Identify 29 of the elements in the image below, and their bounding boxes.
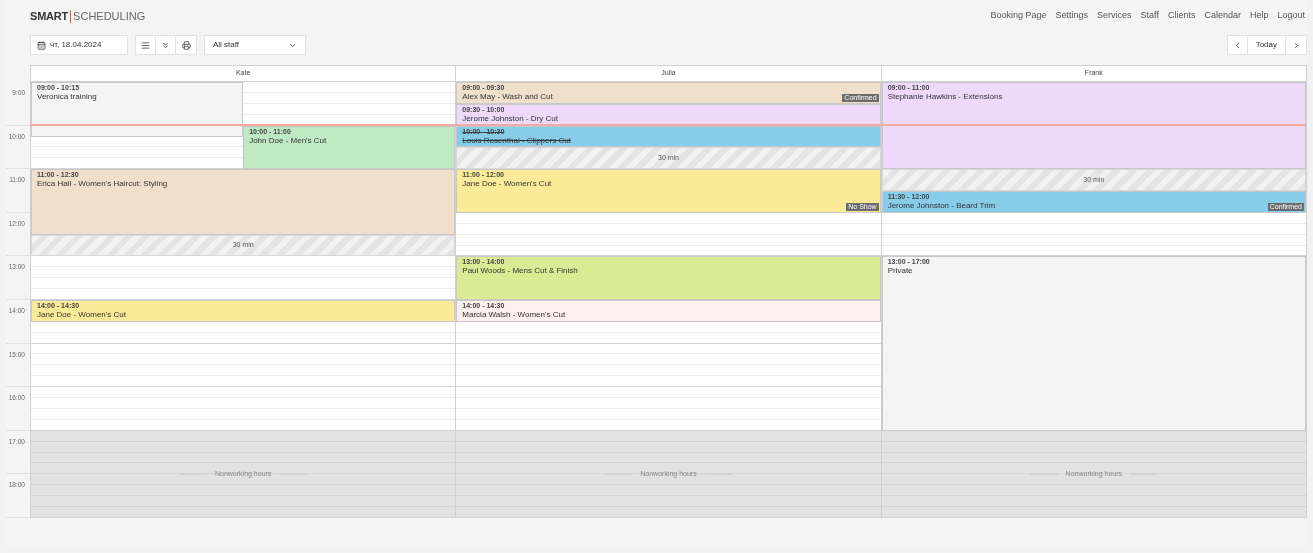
nav-link[interactable]: Booking Page — [990, 9, 1047, 23]
appointment-title: Jane Doe - Women's Cut — [462, 179, 552, 190]
appointment-title: Paul Woods - Mens Cut & Finish — [462, 266, 578, 277]
nav-link[interactable]: Calendar — [1204, 9, 1241, 23]
today-button[interactable]: Today — [1247, 36, 1286, 54]
appointment-title: Jerome Johnston - Dry Cut — [462, 113, 558, 124]
appointment-title: Private — [887, 266, 913, 277]
logo[interactable]: SMART SCHEDULING — [30, 9, 146, 23]
nav-link[interactable]: Settings — [1055, 9, 1089, 23]
date-picker[interactable]: чт, 18.04.2024 — [30, 35, 128, 55]
appointment-title: Veronica training — [37, 92, 97, 102]
calendar-icon — [37, 40, 46, 50]
nav-link[interactable]: Help — [1249, 9, 1269, 23]
printer-icon — [181, 40, 191, 50]
nav-link[interactable]: Services — [1097, 9, 1132, 23]
lines-icon — [141, 40, 150, 50]
nav-link[interactable]: Staff — [1140, 9, 1159, 23]
appointment-title: Jerome Johnston - Beard Trim — [887, 201, 996, 211]
appointment-title: Erica Hall - Women's Haircut: Styling — [37, 179, 168, 190]
appointment-title: Marcia Walsh - Women's Cut — [462, 310, 566, 320]
appointment-title: Stephanie Hawkins - Extensions — [887, 92, 1003, 102]
appointment-title: Alex May - Wash and Cut — [462, 92, 553, 102]
staff-select[interactable]: All staff — [204, 35, 306, 55]
double-chevron-icon — [161, 40, 170, 50]
nav-link[interactable]: Clients — [1167, 9, 1196, 23]
appointment-title: Jane Doe - Women's Cut — [37, 310, 126, 320]
nav-link[interactable]: Logout — [1277, 9, 1305, 23]
appointment-title: John Doe - Men's Cut — [249, 135, 327, 146]
appointment-title: Louis Rosenthal - Clippers Cut — [462, 135, 571, 146]
